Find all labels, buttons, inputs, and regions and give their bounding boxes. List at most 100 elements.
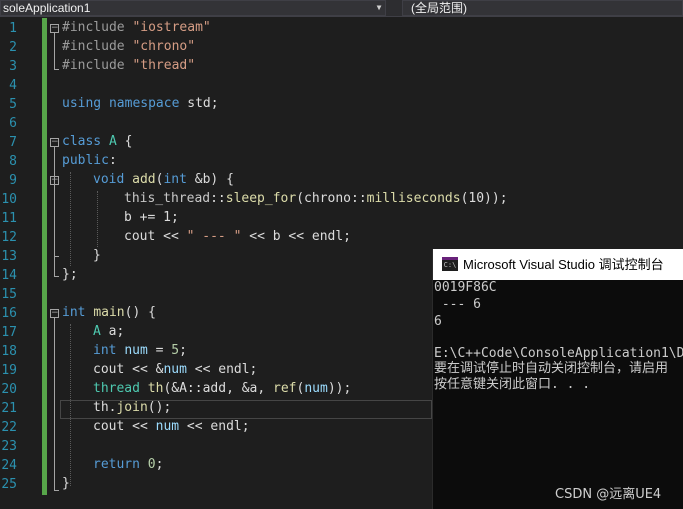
line-number: 13 bbox=[1, 249, 17, 264]
code-text: &b) { bbox=[186, 172, 234, 187]
fold-guide bbox=[54, 318, 55, 490]
line-number: 10 bbox=[1, 192, 17, 207]
function-name: sleep_for bbox=[225, 191, 297, 206]
console-title-bar[interactable]: C:\ Microsoft Visual Studio 调试控制台 bbox=[433, 249, 683, 280]
project-dropdown-label: soleApplication1 bbox=[3, 1, 91, 15]
line-number: 17 bbox=[1, 325, 17, 340]
code-line-22[interactable]: cout << num << endl; bbox=[93, 417, 250, 436]
code-text: std; bbox=[179, 96, 219, 111]
fold-guide-end bbox=[54, 276, 59, 277]
code-line-18[interactable]: int num = 5; bbox=[93, 341, 187, 360]
code-line-14[interactable]: }; bbox=[62, 265, 78, 284]
code-text: b += 1; bbox=[124, 210, 179, 225]
code-line-12[interactable]: cout << " --- " << b << endl; bbox=[124, 227, 351, 246]
code-line-2[interactable]: #include "chrono" bbox=[62, 37, 195, 56]
scope-dropdown-label: (全局范围) bbox=[411, 1, 467, 15]
function-name: milliseconds bbox=[366, 191, 461, 206]
keyword: int bbox=[93, 343, 117, 358]
code-text: (10)); bbox=[460, 191, 508, 206]
console-title: Microsoft Visual Studio 调试控制台 bbox=[463, 257, 664, 272]
number-literal: 0 bbox=[147, 457, 156, 472]
code-line-10[interactable]: this_thread::sleep_for(chrono::milliseco… bbox=[124, 189, 508, 208]
code-line-20[interactable]: thread th(&A::add, &a, ref(num)); bbox=[93, 379, 351, 398]
variable-name: num bbox=[155, 419, 180, 434]
console-output-line: 按任意键关闭此窗口. . . bbox=[434, 377, 591, 392]
line-number: 15 bbox=[1, 287, 17, 302]
code-text: { bbox=[116, 134, 133, 149]
code-text: << endl; bbox=[186, 362, 258, 377]
code-text: a; bbox=[100, 324, 125, 339]
variable-name: th bbox=[147, 381, 164, 396]
code-line-11[interactable]: b += 1; bbox=[124, 208, 179, 227]
code-line-16[interactable]: int main() { bbox=[62, 303, 156, 322]
line-number: 22 bbox=[1, 420, 17, 435]
collapse-icon[interactable]: − bbox=[50, 309, 59, 318]
type-name: A bbox=[108, 134, 117, 149]
console-app-icon: C:\ bbox=[442, 257, 458, 271]
project-dropdown[interactable]: soleApplication1 bbox=[0, 0, 386, 16]
scope-dropdown[interactable]: (全局范围) bbox=[402, 0, 683, 16]
code-line-19[interactable]: cout << &num << endl; bbox=[93, 360, 257, 379]
line-number: 19 bbox=[1, 363, 17, 378]
code-text: cout << bbox=[93, 419, 156, 434]
line-number: 3 bbox=[9, 59, 17, 74]
collapse-icon[interactable]: − bbox=[50, 176, 59, 185]
preprocessor-directive: #include bbox=[62, 20, 133, 35]
line-number: 6 bbox=[9, 116, 17, 131]
code-text: (); bbox=[147, 400, 172, 415]
code-text: } bbox=[93, 248, 101, 263]
code-line-9[interactable]: void add(int &b) { bbox=[93, 170, 234, 189]
code-text: () { bbox=[124, 305, 156, 320]
code-text: (&A::add, &a, bbox=[163, 381, 274, 396]
number-literal: 5 bbox=[171, 343, 180, 358]
debug-console-window[interactable]: C:\ Microsoft Visual Studio 调试控制台 0019F8… bbox=[432, 249, 683, 509]
code-text: (chrono:: bbox=[296, 191, 367, 206]
function-name: main bbox=[93, 305, 125, 320]
code-text: th bbox=[93, 400, 109, 415]
string-literal: " --- " bbox=[186, 229, 242, 244]
watermark: CSDN @远离UE4 bbox=[555, 487, 662, 502]
function-name: add bbox=[132, 172, 156, 187]
type-name: A bbox=[93, 324, 101, 339]
collapse-icon[interactable]: − bbox=[50, 24, 59, 33]
variable-name: num bbox=[124, 343, 148, 358]
fold-guide bbox=[54, 33, 55, 69]
line-number: 9 bbox=[9, 173, 17, 188]
keyword: public bbox=[62, 153, 109, 168]
line-number: 16 bbox=[1, 306, 17, 321]
code-line-8[interactable]: public: bbox=[62, 151, 117, 170]
line-number: 21 bbox=[1, 401, 17, 416]
line-number: 11 bbox=[1, 211, 17, 226]
indent-guide bbox=[97, 191, 98, 247]
line-number: 23 bbox=[1, 439, 17, 454]
navigation-bar: soleApplication1 ▼ (全局范围) bbox=[0, 0, 683, 17]
code-text: = bbox=[147, 343, 172, 358]
code-line-13[interactable]: } bbox=[93, 246, 101, 265]
change-tracking-bar bbox=[42, 18, 47, 495]
code-line-3[interactable]: #include "thread" bbox=[62, 56, 195, 75]
code-line-21[interactable]: th.join(); bbox=[93, 398, 171, 417]
variable-name: num bbox=[304, 381, 328, 396]
variable-name: num bbox=[163, 362, 187, 377]
code-text: ; bbox=[179, 343, 187, 358]
code-text: cout << bbox=[124, 229, 187, 244]
code-line-1[interactable]: #include "iostream" bbox=[62, 18, 211, 37]
code-line-5[interactable]: using namespace std; bbox=[62, 94, 219, 113]
fold-guide bbox=[54, 185, 55, 256]
function-name: ref bbox=[273, 381, 297, 396]
code-line-25[interactable]: } bbox=[62, 474, 70, 493]
code-text: } bbox=[62, 476, 70, 491]
keyword: return bbox=[93, 457, 140, 472]
indent-guide bbox=[70, 172, 71, 266]
line-number: 4 bbox=[9, 78, 17, 93]
chevron-down-icon[interactable]: ▼ bbox=[372, 0, 386, 16]
code-text: << endl; bbox=[179, 419, 250, 434]
line-number: 25 bbox=[1, 477, 17, 492]
code-line-7[interactable]: class A { bbox=[62, 132, 132, 151]
line-number: 1 bbox=[9, 21, 17, 36]
code-line-17[interactable]: A a; bbox=[93, 322, 124, 341]
collapse-icon[interactable]: − bbox=[50, 138, 59, 147]
code-line-24[interactable]: return 0; bbox=[93, 455, 163, 474]
fold-guide-end bbox=[54, 256, 59, 257]
type-name: thread bbox=[93, 381, 140, 396]
